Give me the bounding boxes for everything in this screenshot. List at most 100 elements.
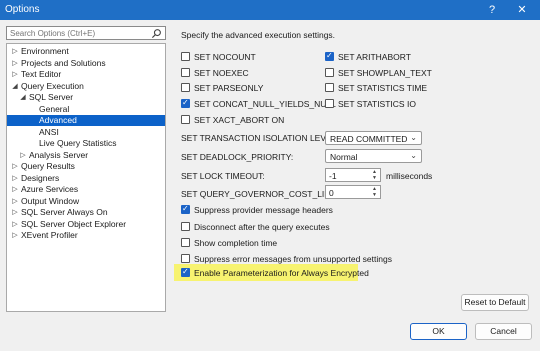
cost-limit-value: 0: [329, 188, 334, 198]
set-showplan-text-label: SET SHOWPLAN_TEXT: [338, 68, 432, 78]
expand-caret-icon[interactable]: ▷: [19, 150, 27, 161]
unchecked-box-icon[interactable]: [325, 99, 334, 108]
chevron-down-icon: ⌄: [410, 133, 417, 142]
search-input[interactable]: [10, 28, 148, 39]
checked-box-icon[interactable]: [325, 50, 334, 62]
spinner-arrows-icon[interactable]: ▲ ▼: [370, 186, 379, 198]
tree-item-label: Analysis Server: [29, 149, 89, 160]
tree-item-analysis-server[interactable]: ▷ Analysis Server: [7, 150, 165, 161]
tree-item-label: SQL Server Always On: [21, 207, 108, 217]
tree-item-sql-server[interactable]: ◢ SQL Server: [7, 92, 165, 103]
tree-item-label: SQL Server: [29, 92, 74, 102]
set-statistics-time-label: SET STATISTICS TIME: [338, 83, 428, 93]
tree-item-label: Environment: [21, 46, 69, 56]
expand-caret-icon[interactable]: ▷: [11, 161, 19, 172]
reset-to-default-button[interactable]: Reset to Default: [461, 294, 529, 311]
collapse-caret-icon[interactable]: ◢: [11, 81, 19, 92]
tree-item-ansi[interactable]: ANSI: [7, 127, 165, 138]
lock-timeout-input[interactable]: -1 ▲ ▼: [325, 168, 381, 182]
title-bar: Options ? ✕: [0, 0, 540, 20]
unchecked-box-icon[interactable]: [181, 222, 190, 231]
unchecked-box-icon[interactable]: [181, 52, 190, 61]
isolation-level-label: SET TRANSACTION ISOLATION LEVEL:: [181, 133, 339, 143]
lock-timeout-label: SET LOCK TIMEOUT:: [181, 171, 265, 181]
collapse-caret-icon[interactable]: ◢: [19, 92, 27, 103]
deadlock-priority-label: SET DEADLOCK_PRIORITY:: [181, 152, 294, 162]
expand-caret-icon[interactable]: ▷: [11, 58, 19, 69]
tree-item-sql-server-object-explorer[interactable]: ▷ SQL Server Object Explorer: [7, 219, 165, 230]
cancel-button[interactable]: Cancel: [475, 323, 532, 340]
close-button[interactable]: ✕: [508, 0, 536, 20]
set-parseonly-label: SET PARSEONLY: [194, 83, 264, 93]
set-concat-null-yields-null-label: SET CONCAT_NULL_YIELDS_NULL: [194, 99, 336, 109]
unchecked-box-icon[interactable]: [181, 254, 190, 263]
deadlock-priority-select[interactable]: Normal ⌄: [325, 149, 422, 163]
unchecked-box-icon[interactable]: [325, 68, 334, 77]
expand-caret-icon[interactable]: ▷: [11, 46, 19, 57]
tree-item-query-results[interactable]: ▷ Query Results: [7, 161, 165, 172]
checked-box-icon[interactable]: [181, 203, 190, 215]
isolation-level-value: READ COMMITTED: [330, 134, 408, 144]
chevron-down-icon: ⌄: [410, 151, 417, 160]
search-box[interactable]: [6, 26, 166, 40]
expand-caret-icon[interactable]: ▷: [11, 219, 19, 230]
unchecked-box-icon[interactable]: [181, 115, 190, 124]
tree-item-query-execution[interactable]: ◢ Query Execution: [7, 81, 165, 92]
help-button[interactable]: ?: [478, 0, 506, 20]
tree-item-label: Text Editor: [21, 69, 62, 79]
tree-item-output-window[interactable]: ▷ Output Window: [7, 196, 165, 207]
page-description: Specify the advanced execution settings.: [181, 30, 336, 40]
tree-item-azure-services[interactable]: ▷ Azure Services: [7, 184, 165, 195]
search-icon[interactable]: [151, 28, 162, 39]
checked-box-icon[interactable]: [181, 266, 190, 278]
unchecked-box-icon[interactable]: [181, 68, 190, 77]
show-completion-time-label: Show completion time: [194, 238, 278, 248]
tree-item-label: Output Window: [21, 195, 80, 206]
enable-parameterization-for-always-encrypted-label: Enable Parameterization for Always Encry…: [194, 268, 369, 278]
unchecked-box-icon[interactable]: [181, 83, 190, 92]
isolation-level-select[interactable]: READ COMMITTED ⌄: [325, 131, 422, 145]
tree-item-advanced[interactable]: Advanced: [7, 115, 165, 126]
window-title: Options: [5, 4, 40, 15]
tree-item-environment[interactable]: ▷ Environment: [7, 46, 165, 57]
unchecked-box-icon[interactable]: [181, 238, 190, 247]
tree-item-label: Query Execution: [21, 80, 84, 91]
suppress-provider-message-headers-label: Suppress provider message headers: [194, 205, 333, 215]
expand-caret-icon[interactable]: ▷: [11, 207, 19, 218]
tree-item-label: Projects and Solutions: [21, 57, 106, 68]
tree-item-label: Designers: [21, 172, 60, 183]
expand-caret-icon[interactable]: ▷: [11, 69, 19, 80]
suppress-error-messages-from-unsupported-settings-label: Suppress error messages from unsupported…: [194, 254, 392, 264]
tree-item-label: Query Results: [21, 161, 75, 171]
set-statistics-io-label: SET STATISTICS IO: [338, 99, 416, 109]
tree-item-live-query-statistics[interactable]: Live Query Statistics: [7, 138, 165, 149]
lock-timeout-value: -1: [329, 171, 337, 181]
tree-item-general[interactable]: General: [7, 104, 165, 115]
cost-limit-input[interactable]: 0 ▲ ▼: [325, 185, 381, 199]
set-arithabort-label: SET ARITHABORT: [338, 52, 411, 62]
expand-caret-icon[interactable]: ▷: [11, 184, 19, 195]
ok-button[interactable]: OK: [410, 323, 467, 340]
tree-item-label: Live Query Statistics: [39, 138, 117, 148]
set-nocount-label: SET NOCOUNT: [194, 52, 256, 62]
lock-timeout-unit: milliseconds: [386, 171, 433, 181]
tree-item-text-editor[interactable]: ▷ Text Editor: [7, 69, 165, 80]
tree-item-label: SQL Server Object Explorer: [21, 218, 127, 229]
expand-caret-icon[interactable]: ▷: [11, 230, 19, 241]
spinner-arrows-icon[interactable]: ▲ ▼: [370, 169, 379, 181]
options-tree: ▷ Environment ▷ Projects and Solutions ▷ Text…: [6, 43, 166, 312]
expand-caret-icon[interactable]: ▷: [11, 173, 19, 184]
cost-limit-label: SET QUERY_GOVERNOR_COST_LIMIT:: [181, 189, 341, 199]
deadlock-priority-value: Normal: [330, 152, 358, 162]
checked-box-icon[interactable]: [181, 97, 190, 109]
tree-item-label: ANSI: [39, 126, 59, 137]
tree-item-xevent-profiler[interactable]: ▷ XEvent Profiler: [7, 230, 165, 241]
expand-caret-icon[interactable]: ▷: [11, 196, 19, 207]
tree-item-designers[interactable]: ▷ Designers: [7, 173, 165, 184]
tree-item-projects-and-solutions[interactable]: ▷ Projects and Solutions: [7, 58, 165, 69]
tree-item-label: XEvent Profiler: [21, 230, 78, 240]
tree-item-sql-server-always-on[interactable]: ▷ SQL Server Always On: [7, 207, 165, 218]
tree-item-label: Azure Services: [21, 184, 79, 194]
unchecked-box-icon[interactable]: [325, 83, 334, 92]
set-noexec-label: SET NOEXEC: [194, 68, 249, 78]
